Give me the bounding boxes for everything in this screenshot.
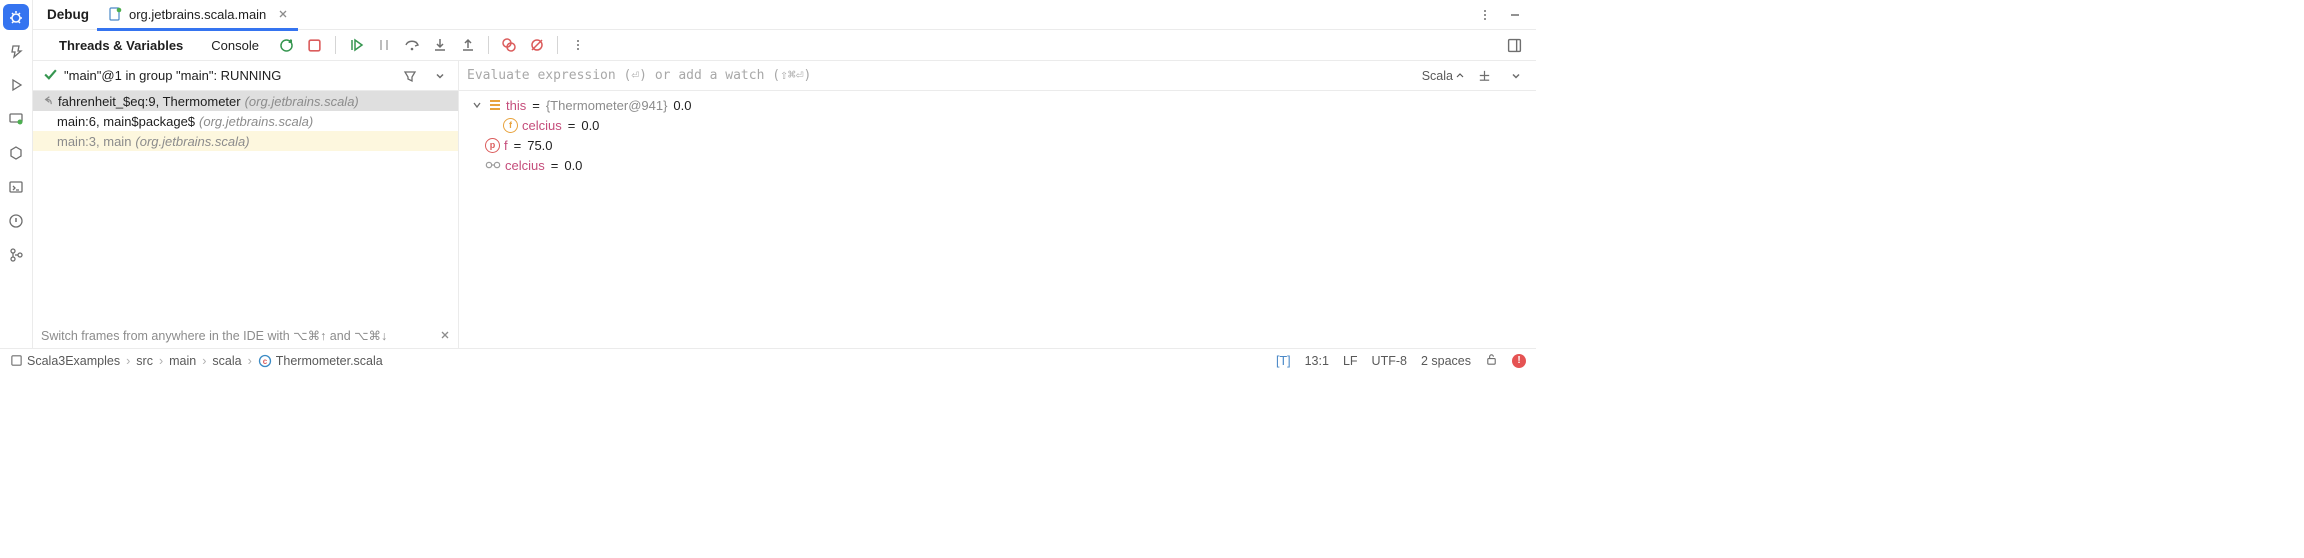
tip-text: Switch frames from anywhere in the IDE w… xyxy=(41,328,434,343)
frames-tip: Switch frames from anywhere in the IDE w… xyxy=(33,322,458,348)
evaluate-bar: Scala xyxy=(459,61,1536,91)
frames-list: fahrenheit_$eq:9, Thermometer (org.jetbr… xyxy=(33,91,458,322)
variable-row[interactable]: this = {Thermometer@941} 0.0 xyxy=(459,95,1536,115)
tab-console[interactable]: Console xyxy=(199,30,271,61)
struct-icon xyxy=(487,98,502,113)
param-icon: p xyxy=(485,138,500,153)
frame-text: main:6, main$package$ xyxy=(57,114,195,129)
breadcrumb-item[interactable]: src xyxy=(136,354,153,368)
rerun-icon[interactable] xyxy=(275,33,299,57)
frame-package: (org.jetbrains.scala) xyxy=(135,134,249,149)
step-out-icon[interactable] xyxy=(456,33,480,57)
breadcrumb-item[interactable]: main xyxy=(169,354,196,368)
module-icon xyxy=(10,354,23,367)
frame-text: fahrenheit_$eq:9, Thermometer xyxy=(58,94,241,109)
var-name: this xyxy=(506,98,526,113)
step-into-icon[interactable] xyxy=(428,33,452,57)
vcs-tool-icon[interactable] xyxy=(3,242,29,268)
run-tool-icon[interactable] xyxy=(3,72,29,98)
more-vert-icon[interactable] xyxy=(1474,4,1496,26)
chevron-down-icon[interactable] xyxy=(428,64,452,88)
frame-row[interactable]: main:6, main$package$ (org.jetbrains.sca… xyxy=(33,111,458,131)
var-value: 0.0 xyxy=(564,158,582,173)
error-indicator-icon[interactable]: ! xyxy=(1512,354,1526,368)
filter-icon[interactable] xyxy=(398,64,422,88)
language-selector[interactable]: Scala xyxy=(1422,69,1464,83)
stop-icon[interactable] xyxy=(303,33,327,57)
frames-header: "main"@1 in group "main": RUNNING xyxy=(33,61,458,91)
left-tool-rail xyxy=(0,0,33,348)
toolbar-divider xyxy=(488,36,489,54)
thread-label: "main"@1 in group "main": RUNNING xyxy=(64,68,392,83)
frames-pane: "main"@1 in group "main": RUNNING fahren… xyxy=(33,61,459,348)
frame-text: main:3, main xyxy=(57,134,131,149)
more-vert-icon[interactable] xyxy=(566,33,590,57)
toolbar-divider xyxy=(557,36,558,54)
chevron-down-icon[interactable] xyxy=(1504,64,1528,88)
chevron-down-icon[interactable] xyxy=(471,100,483,110)
frame-row[interactable]: main:3, main (org.jetbrains.scala) xyxy=(33,131,458,151)
var-value: 0.0 xyxy=(581,118,599,133)
debug-toolbar: Threads & Variables Console xyxy=(33,30,1536,61)
chevron-right-icon: › xyxy=(202,354,206,368)
status-line-sep[interactable]: LF xyxy=(1343,354,1358,368)
run-config-tab[interactable]: org.jetbrains.scala.main xyxy=(97,1,298,31)
var-name: celcius xyxy=(522,118,562,133)
glasses-icon xyxy=(485,158,501,173)
toolbar-divider xyxy=(335,36,336,54)
status-indent[interactable]: 2 spaces xyxy=(1421,354,1471,368)
run-config-label: org.jetbrains.scala.main xyxy=(129,7,266,22)
chevron-right-icon: › xyxy=(248,354,252,368)
status-caret[interactable]: 13:1 xyxy=(1305,354,1329,368)
hex-tool-icon[interactable] xyxy=(3,140,29,166)
var-name: celcius xyxy=(505,158,545,173)
variable-row[interactable]: f celcius = 0.0 xyxy=(459,115,1536,135)
status-encoding[interactable]: UTF-8 xyxy=(1372,354,1407,368)
debug-header: Debug org.jetbrains.scala.main xyxy=(33,0,1536,30)
status-types[interactable]: [T] xyxy=(1276,354,1291,368)
add-watch-icon[interactable] xyxy=(1472,64,1496,88)
variable-row[interactable]: celcius = 0.0 xyxy=(459,155,1536,175)
status-bar: Scala3Examples › src › main › scala › c … xyxy=(0,348,1536,372)
close-icon[interactable] xyxy=(278,9,288,19)
problems-tool-icon[interactable] xyxy=(3,208,29,234)
build-tool-icon[interactable] xyxy=(3,38,29,64)
layout-icon[interactable] xyxy=(1502,33,1526,57)
breadcrumb-file[interactable]: c Thermometer.scala xyxy=(258,354,383,368)
services-tool-icon[interactable] xyxy=(3,106,29,132)
step-over-icon[interactable] xyxy=(400,33,424,57)
check-icon xyxy=(43,67,58,85)
debug-title: Debug xyxy=(47,7,89,22)
close-icon[interactable] xyxy=(440,330,450,340)
var-value: 0.0 xyxy=(673,98,691,113)
back-icon xyxy=(41,93,54,109)
var-name: f xyxy=(504,138,508,153)
file-icon xyxy=(107,6,123,22)
tab-threads-variables[interactable]: Threads & Variables xyxy=(47,30,195,61)
variables-pane: Scala xyxy=(459,61,1536,348)
view-breakpoints-icon[interactable] xyxy=(497,33,521,57)
frame-package: (org.jetbrains.scala) xyxy=(245,94,359,109)
resume-icon[interactable] xyxy=(344,33,368,57)
frame-row[interactable]: fahrenheit_$eq:9, Thermometer (org.jetbr… xyxy=(33,91,458,111)
pause-icon[interactable] xyxy=(372,33,396,57)
breadcrumb-project[interactable]: Scala3Examples xyxy=(10,354,120,368)
mute-breakpoints-icon[interactable] xyxy=(525,33,549,57)
lock-icon[interactable] xyxy=(1485,353,1498,369)
evaluate-input[interactable] xyxy=(467,68,1414,83)
chevron-right-icon: › xyxy=(159,354,163,368)
scala-file-icon: c xyxy=(258,354,272,368)
chevron-right-icon: › xyxy=(126,354,130,368)
terminal-tool-icon[interactable] xyxy=(3,174,29,200)
variables-tree: this = {Thermometer@941} 0.0 f celcius =… xyxy=(459,91,1536,348)
svg-text:c: c xyxy=(263,357,268,366)
var-type: {Thermometer@941} xyxy=(546,98,668,113)
var-value: 75.0 xyxy=(527,138,552,153)
variable-row[interactable]: p f = 75.0 xyxy=(459,135,1536,155)
minimize-icon[interactable] xyxy=(1504,4,1526,26)
breadcrumb-item[interactable]: scala xyxy=(212,354,241,368)
debug-tool-icon[interactable] xyxy=(3,4,29,30)
field-icon: f xyxy=(503,118,518,133)
frame-package: (org.jetbrains.scala) xyxy=(199,114,313,129)
